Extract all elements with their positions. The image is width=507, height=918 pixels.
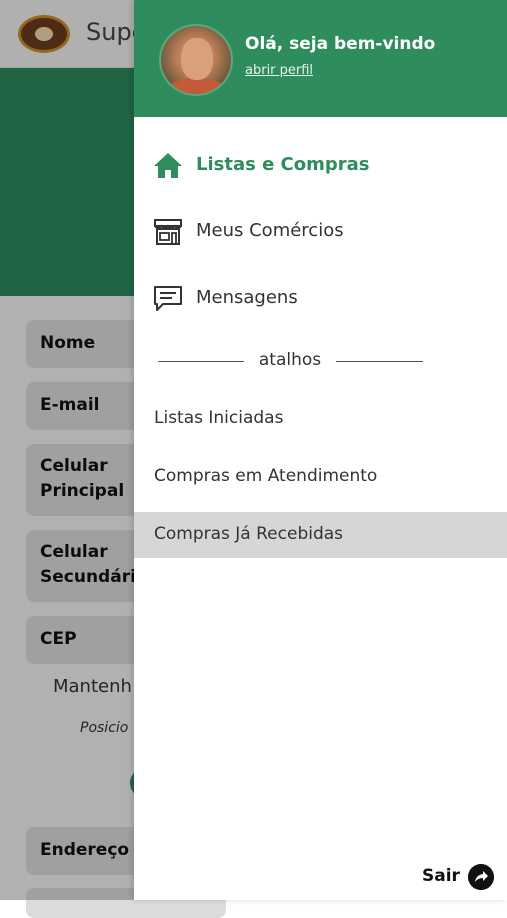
avatar[interactable] [159, 24, 233, 96]
shortcut-started-lists[interactable]: Listas Iniciadas [134, 396, 507, 442]
shortcut-purchases-received[interactable]: Compras Já Recebidas [134, 512, 507, 558]
message-icon [154, 286, 182, 311]
shortcuts-title: atalhos [258, 350, 322, 370]
drawer-header: Olá, seja bem-vindo abrir perfil [134, 0, 507, 117]
open-profile-link[interactable]: abrir perfil [245, 63, 313, 78]
logout-button[interactable]: Sair [420, 863, 500, 891]
menu-item-messages[interactable]: Mensagens [134, 275, 507, 321]
navigation-drawer: Olá, seja bem-vindo abrir perfil Listas … [134, 0, 507, 900]
menu-item-my-stores[interactable]: Meus Comércios [134, 208, 507, 254]
avatar-face [181, 38, 213, 80]
divider-line-right [336, 361, 423, 362]
exit-arrow-icon [468, 864, 494, 890]
menu-item-label: Meus Comércios [196, 220, 344, 241]
shortcut-label: Compras em Atendimento [154, 466, 378, 486]
shortcuts-divider: atalhos [158, 350, 423, 374]
divider-line-left [158, 361, 244, 362]
shortcut-label: Compras Já Recebidas [154, 524, 344, 544]
greeting-text: Olá, seja bem-vindo [245, 34, 436, 54]
menu-item-lists-and-purchases[interactable]: Listas e Compras [134, 142, 507, 188]
menu-item-label: Mensagens [196, 287, 298, 308]
shortcut-purchases-in-service[interactable]: Compras em Atendimento [134, 454, 507, 500]
shortcut-label: Listas Iniciadas [154, 408, 284, 428]
home-icon [154, 153, 182, 178]
avatar-shirt [165, 78, 229, 94]
menu-item-label: Listas e Compras [196, 154, 370, 175]
store-icon [154, 219, 182, 245]
logout-label: Sair [422, 866, 460, 886]
